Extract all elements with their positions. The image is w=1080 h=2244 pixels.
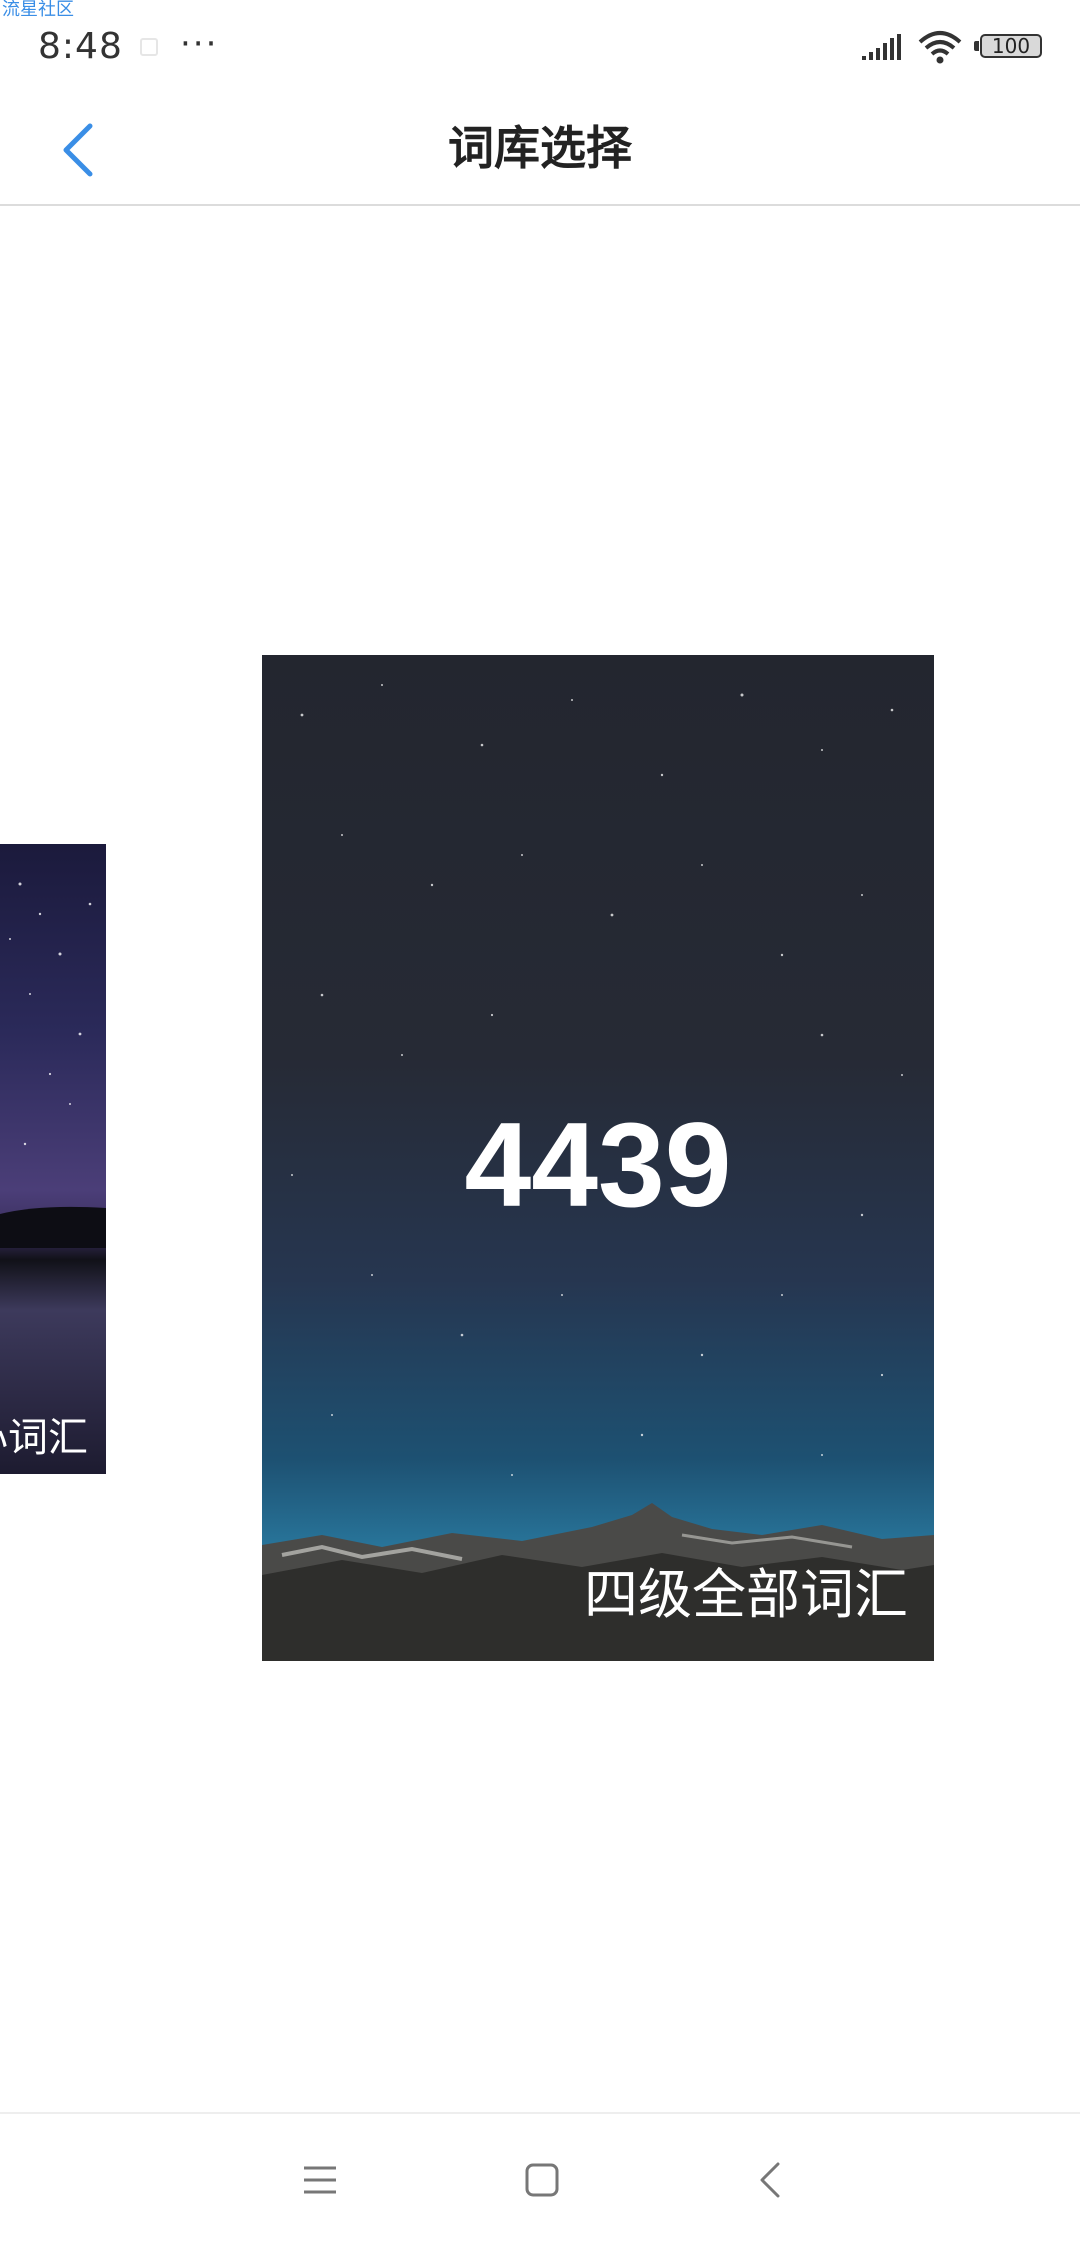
signal-icon [862,34,901,60]
vocab-carousel[interactable]: 心词汇 [0,208,1080,2108]
more-notifications-icon: ··· [180,24,219,64]
home-button[interactable] [512,2150,572,2210]
system-nav-bar [0,2112,1080,2244]
vocab-card-label: 四级全部词汇 [584,1563,908,1626]
battery-cap [974,41,979,51]
chevron-left-icon [760,2162,780,2198]
screen: 流星社区 8:48 ··· 100 词库选择 词汇 4439 四级全部词汇 [0,0,1080,2244]
status-bar: 8:48 ··· 100 [0,0,1080,96]
battery-icon: 100 [974,34,1046,62]
square-icon [525,2163,559,2197]
wifi-icon [918,31,962,64]
page-title: 词库选择 [448,121,632,175]
vocab-card-current[interactable]: 4439 四级全部词汇 [262,655,934,1661]
starry-sky-image [0,882,106,1248]
vocab-card-label: 心词汇 [0,1415,88,1461]
recent-apps-button[interactable] [290,2150,350,2210]
battery-level: 100 [991,34,1031,58]
vocab-word-count: 4439 [464,1098,732,1232]
hamburger-icon [304,2166,336,2194]
notification-icon [140,38,158,56]
vocab-card-previous[interactable]: 心词汇 [0,844,106,1474]
system-back-button[interactable] [740,2150,800,2210]
status-time: 8:48 [38,26,123,67]
app-header: 词库选择 [0,96,1080,206]
